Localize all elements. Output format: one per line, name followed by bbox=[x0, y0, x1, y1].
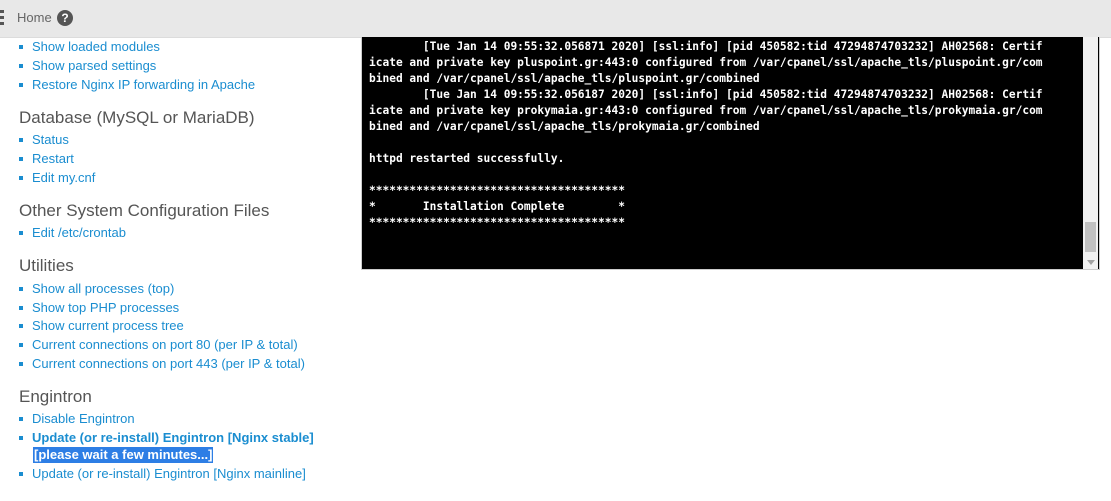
terminal-output-panel: [Tue Jan 14 09:55:32.056871 2020] [ssl:i… bbox=[361, 37, 1100, 270]
bullet-icon bbox=[19, 361, 23, 366]
update-engintron-stable-link[interactable]: Update (or re-install) Engintron [Nginx … bbox=[19, 430, 314, 446]
terminal-line: icate and private key pluspoint.gr:443:0… bbox=[369, 56, 1043, 69]
edit-crontab-link[interactable]: Edit /etc/crontab bbox=[19, 225, 126, 241]
bullet-icon bbox=[19, 82, 23, 87]
show-top-php-processes-link[interactable]: Show top PHP processes bbox=[19, 300, 179, 316]
edit-my-cnf-link[interactable]: Edit my.cnf bbox=[19, 170, 95, 186]
section-title-other-config: Other System Configuration Files bbox=[19, 201, 270, 220]
show-loaded-modules-link[interactable]: Show loaded modules bbox=[19, 39, 160, 55]
terminal-line: httpd restarted successfully. bbox=[369, 152, 565, 165]
bullet-icon bbox=[19, 435, 23, 440]
bullet-icon bbox=[19, 230, 23, 235]
update-engintron-mainline-link[interactable]: Update (or re-install) Engintron [Nginx … bbox=[19, 466, 306, 482]
bullet-icon bbox=[19, 63, 23, 68]
bullet-icon bbox=[19, 471, 23, 476]
show-all-processes-link[interactable]: Show all processes (top) bbox=[19, 281, 174, 297]
terminal-line: [Tue Jan 14 09:55:32.056871 2020] [ssl:i… bbox=[369, 40, 1043, 53]
top-bar: Home ? bbox=[0, 0, 1111, 38]
menu-icon[interactable] bbox=[0, 10, 4, 26]
terminal-line: icate and private key prokymaia.gr:443:0… bbox=[369, 104, 1043, 117]
home-breadcrumb[interactable]: Home bbox=[17, 10, 52, 25]
terminal-scrollbar[interactable] bbox=[1083, 37, 1098, 269]
terminal-line: * Installation Complete * bbox=[369, 200, 625, 213]
bullet-icon bbox=[19, 44, 23, 49]
bullet-icon bbox=[19, 137, 23, 142]
bullet-icon bbox=[19, 175, 23, 180]
show-process-tree-link[interactable]: Show current process tree bbox=[19, 318, 184, 334]
bullet-icon bbox=[19, 416, 23, 421]
terminal-line: bined and /var/cpanel/ssl/apache_tls/pro… bbox=[369, 120, 760, 133]
bullet-icon bbox=[19, 342, 23, 347]
bullet-icon bbox=[19, 286, 23, 291]
terminal-line: bined and /var/cpanel/ssl/apache_tls/plu… bbox=[369, 72, 760, 85]
disable-engintron-link[interactable]: Disable Engintron bbox=[19, 411, 135, 427]
show-parsed-settings-link[interactable]: Show parsed settings bbox=[19, 58, 156, 74]
bullet-icon bbox=[19, 305, 23, 310]
bullet-icon bbox=[19, 156, 23, 161]
restore-nginx-ip-forwarding-link[interactable]: Restore Nginx IP forwarding in Apache bbox=[19, 77, 255, 93]
scroll-down-arrow-icon[interactable] bbox=[1087, 260, 1095, 265]
section-title-engintron: Engintron bbox=[19, 387, 92, 406]
bullet-icon bbox=[19, 323, 23, 328]
database-status-link[interactable]: Status bbox=[19, 132, 69, 148]
terminal-line: ************************************** bbox=[369, 216, 625, 229]
question-circle-icon[interactable]: ? bbox=[57, 10, 73, 26]
connections-port-80-link[interactable]: Current connections on port 80 (per IP &… bbox=[19, 337, 298, 353]
connections-port-443-link[interactable]: Current connections on port 443 (per IP … bbox=[19, 356, 305, 372]
please-wait-status: [please wait a few minutes...] bbox=[33, 447, 214, 463]
section-title-database: Database (MySQL or MariaDB) bbox=[19, 108, 255, 127]
terminal-line: [Tue Jan 14 09:55:32.056187 2020] [ssl:i… bbox=[369, 88, 1043, 101]
section-title-utilities: Utilities bbox=[19, 256, 74, 275]
scrollbar-thumb[interactable] bbox=[1085, 222, 1096, 252]
terminal-output: [Tue Jan 14 09:55:32.056871 2020] [ssl:i… bbox=[369, 39, 1081, 231]
terminal-line: ************************************** bbox=[369, 184, 625, 197]
database-restart-link[interactable]: Restart bbox=[19, 151, 74, 167]
